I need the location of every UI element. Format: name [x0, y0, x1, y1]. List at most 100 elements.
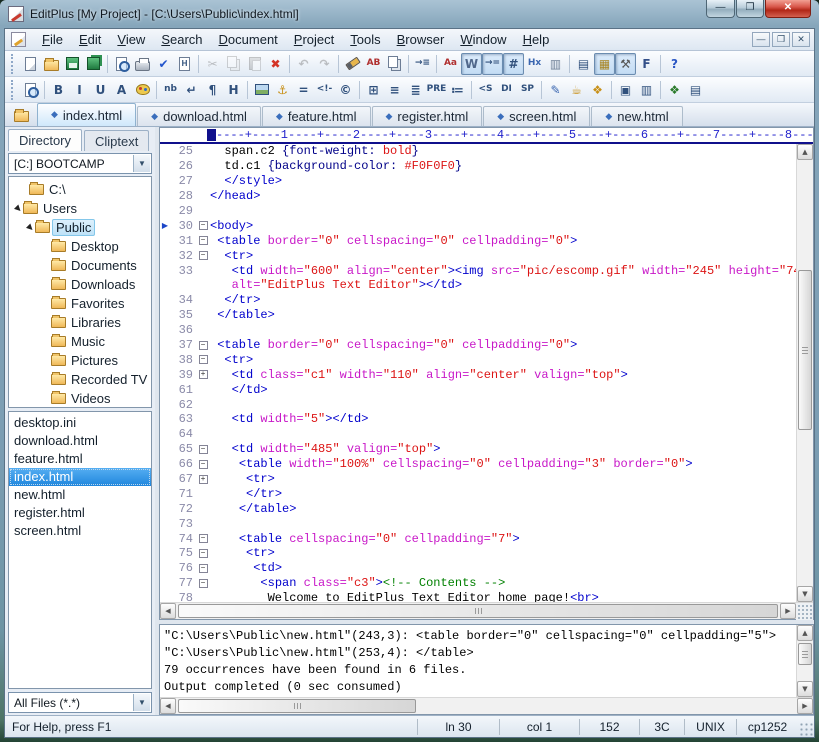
mdi-close-button[interactable]: ✕: [792, 32, 810, 47]
document-list-button[interactable]: ▤: [573, 53, 594, 75]
find-button[interactable]: [342, 53, 363, 75]
file-item-register.html[interactable]: register.html: [9, 504, 151, 522]
tree-item-desktop[interactable]: Desktop: [9, 237, 151, 256]
print-preview-button[interactable]: [111, 53, 132, 75]
code-line[interactable]: 72 </table>: [160, 501, 796, 516]
cliptext-window-button[interactable]: ⚒: [615, 53, 636, 75]
save-button[interactable]: [62, 53, 83, 75]
redo-button[interactable]: ↷: [314, 53, 335, 75]
code-line[interactable]: 66− <table width="100%" cellspacing="0" …: [160, 457, 796, 472]
sidebar-tab-cliptext[interactable]: Cliptext: [84, 130, 149, 151]
print-button[interactable]: [132, 53, 153, 75]
word-wrap-button[interactable]: W: [461, 53, 482, 75]
tab-screen.html[interactable]: ◆screen.html: [483, 106, 590, 126]
code-line[interactable]: 78 Welcome to EditPlus Text Editor home …: [160, 591, 796, 603]
split-window-button[interactable]: ▥: [636, 79, 657, 101]
scroll-down-icon[interactable]: ▼: [797, 681, 813, 697]
split-view-button[interactable]: ▤: [685, 79, 706, 101]
code-line[interactable]: 74− <table cellspacing="0" cellpadding="…: [160, 531, 796, 546]
resize-grip[interactable]: [798, 721, 814, 737]
tree-item-users[interactable]: ▼Users: [9, 199, 151, 218]
file-item-screen.html[interactable]: screen.html: [9, 522, 151, 540]
image-button[interactable]: [251, 79, 272, 101]
find-in-files-button[interactable]: [384, 53, 405, 75]
scroll-up-icon[interactable]: ▲: [797, 144, 813, 160]
chevron-down-icon[interactable]: ▼: [133, 155, 150, 172]
code-line[interactable]: 67+ <tr>: [160, 472, 796, 487]
fold-open-icon[interactable]: −: [199, 341, 208, 350]
fold-closed-icon[interactable]: +: [199, 475, 208, 484]
user-tool-button[interactable]: ☕: [566, 79, 587, 101]
menu-document[interactable]: Document: [211, 30, 286, 49]
replace-button[interactable]: AB: [363, 53, 384, 75]
tree-item-public[interactable]: ▼Public: [9, 218, 151, 237]
code-line[interactable]: 26 td.c1 {background-color: #F0F0F0}: [160, 159, 796, 174]
fold-closed-icon[interactable]: +: [199, 370, 208, 379]
fold-open-icon[interactable]: −: [199, 221, 208, 230]
code-line[interactable]: 64: [160, 427, 796, 442]
delete-button[interactable]: ✖: [265, 53, 286, 75]
comment-button[interactable]: <!-: [314, 79, 335, 101]
editor-horizontal-scrollbar[interactable]: ◀ ▶: [160, 602, 813, 619]
tab-register.html[interactable]: ◆register.html: [372, 106, 483, 126]
code-line[interactable]: 75− <tr>: [160, 546, 796, 561]
file-item-download.html[interactable]: download.html: [9, 432, 151, 450]
tree-item-music[interactable]: Music: [9, 332, 151, 351]
hex-view-button[interactable]: Hx: [524, 53, 545, 75]
code-line[interactable]: 76− <td>: [160, 561, 796, 576]
menu-window[interactable]: Window: [452, 30, 514, 49]
fold-open-icon[interactable]: −: [199, 564, 208, 573]
tab-feature.html[interactable]: ◆feature.html: [262, 106, 371, 126]
horizontal-rule-button[interactable]: =: [293, 79, 314, 101]
editor-hscroll-thumb[interactable]: [178, 604, 778, 618]
title-bar[interactable]: EditPlus [My Project] - [C:\Users\Public…: [0, 0, 819, 28]
tab-index.html[interactable]: ◆index.html: [37, 103, 136, 126]
toolbar-grip[interactable]: [11, 80, 16, 100]
fold-column[interactable]: −: [196, 460, 210, 469]
code-line[interactable]: 29: [160, 204, 796, 219]
cut-button[interactable]: ✂: [202, 53, 223, 75]
fold-column[interactable]: −: [196, 236, 210, 245]
fold-open-icon[interactable]: −: [199, 251, 208, 260]
italic-button[interactable]: I: [69, 79, 90, 101]
output-text[interactable]: "C:\Users\Public\new.html"(243,3): <tabl…: [160, 625, 813, 697]
close-button[interactable]: ✕: [765, 0, 811, 18]
code-line[interactable]: 65− <td width="485" valign="top">: [160, 442, 796, 457]
mdi-restore-button[interactable]: ❐: [772, 32, 790, 47]
char-case-button[interactable]: Aa: [440, 53, 461, 75]
list-button[interactable]: ≔: [447, 79, 468, 101]
fold-open-icon[interactable]: −: [199, 355, 208, 364]
context-help-button[interactable]: ?: [664, 53, 685, 75]
maximize-button[interactable]: ❐: [736, 0, 764, 18]
paste-button[interactable]: [244, 53, 265, 75]
code-line[interactable]: 35 </table>: [160, 308, 796, 323]
fold-column[interactable]: −: [196, 534, 210, 543]
code-line[interactable]: 25 span.c2 {font-weight: bold}: [160, 144, 796, 159]
file-item-index.html[interactable]: index.html: [9, 468, 151, 486]
font-button[interactable]: A: [111, 79, 132, 101]
special-character-button[interactable]: ©: [335, 79, 356, 101]
edit-cliptext-button[interactable]: ✎: [545, 79, 566, 101]
code-line[interactable]: 34 </tr>: [160, 293, 796, 308]
code-line[interactable]: 36: [160, 323, 796, 338]
fold-open-icon[interactable]: −: [199, 549, 208, 558]
window-list-button[interactable]: ❖: [664, 79, 685, 101]
menu-browser[interactable]: Browser: [389, 30, 453, 49]
scroll-right-icon[interactable]: ▶: [780, 603, 796, 619]
tree-item-pictures[interactable]: Pictures: [9, 351, 151, 370]
file-item-new.html[interactable]: new.html: [9, 486, 151, 504]
editor-vertical-scrollbar[interactable]: ▲ ▼: [796, 144, 813, 602]
code-line[interactable]: 28</head>: [160, 189, 796, 204]
align-center-button[interactable]: ≣: [405, 79, 426, 101]
pre-button[interactable]: PRE: [426, 79, 447, 101]
fold-column[interactable]: −: [196, 221, 210, 230]
anchor-button[interactable]: ⚓: [272, 79, 293, 101]
heading-button[interactable]: H: [223, 79, 244, 101]
fold-column[interactable]: −: [196, 564, 210, 573]
align-left-button[interactable]: ≡: [384, 79, 405, 101]
open-file-button[interactable]: [41, 53, 62, 75]
output-vscroll-thumb[interactable]: [798, 643, 812, 665]
output-vertical-scrollbar[interactable]: ▲ ▼: [796, 625, 813, 697]
table-button[interactable]: ⊞: [363, 79, 384, 101]
project-folder-button[interactable]: [9, 105, 33, 125]
